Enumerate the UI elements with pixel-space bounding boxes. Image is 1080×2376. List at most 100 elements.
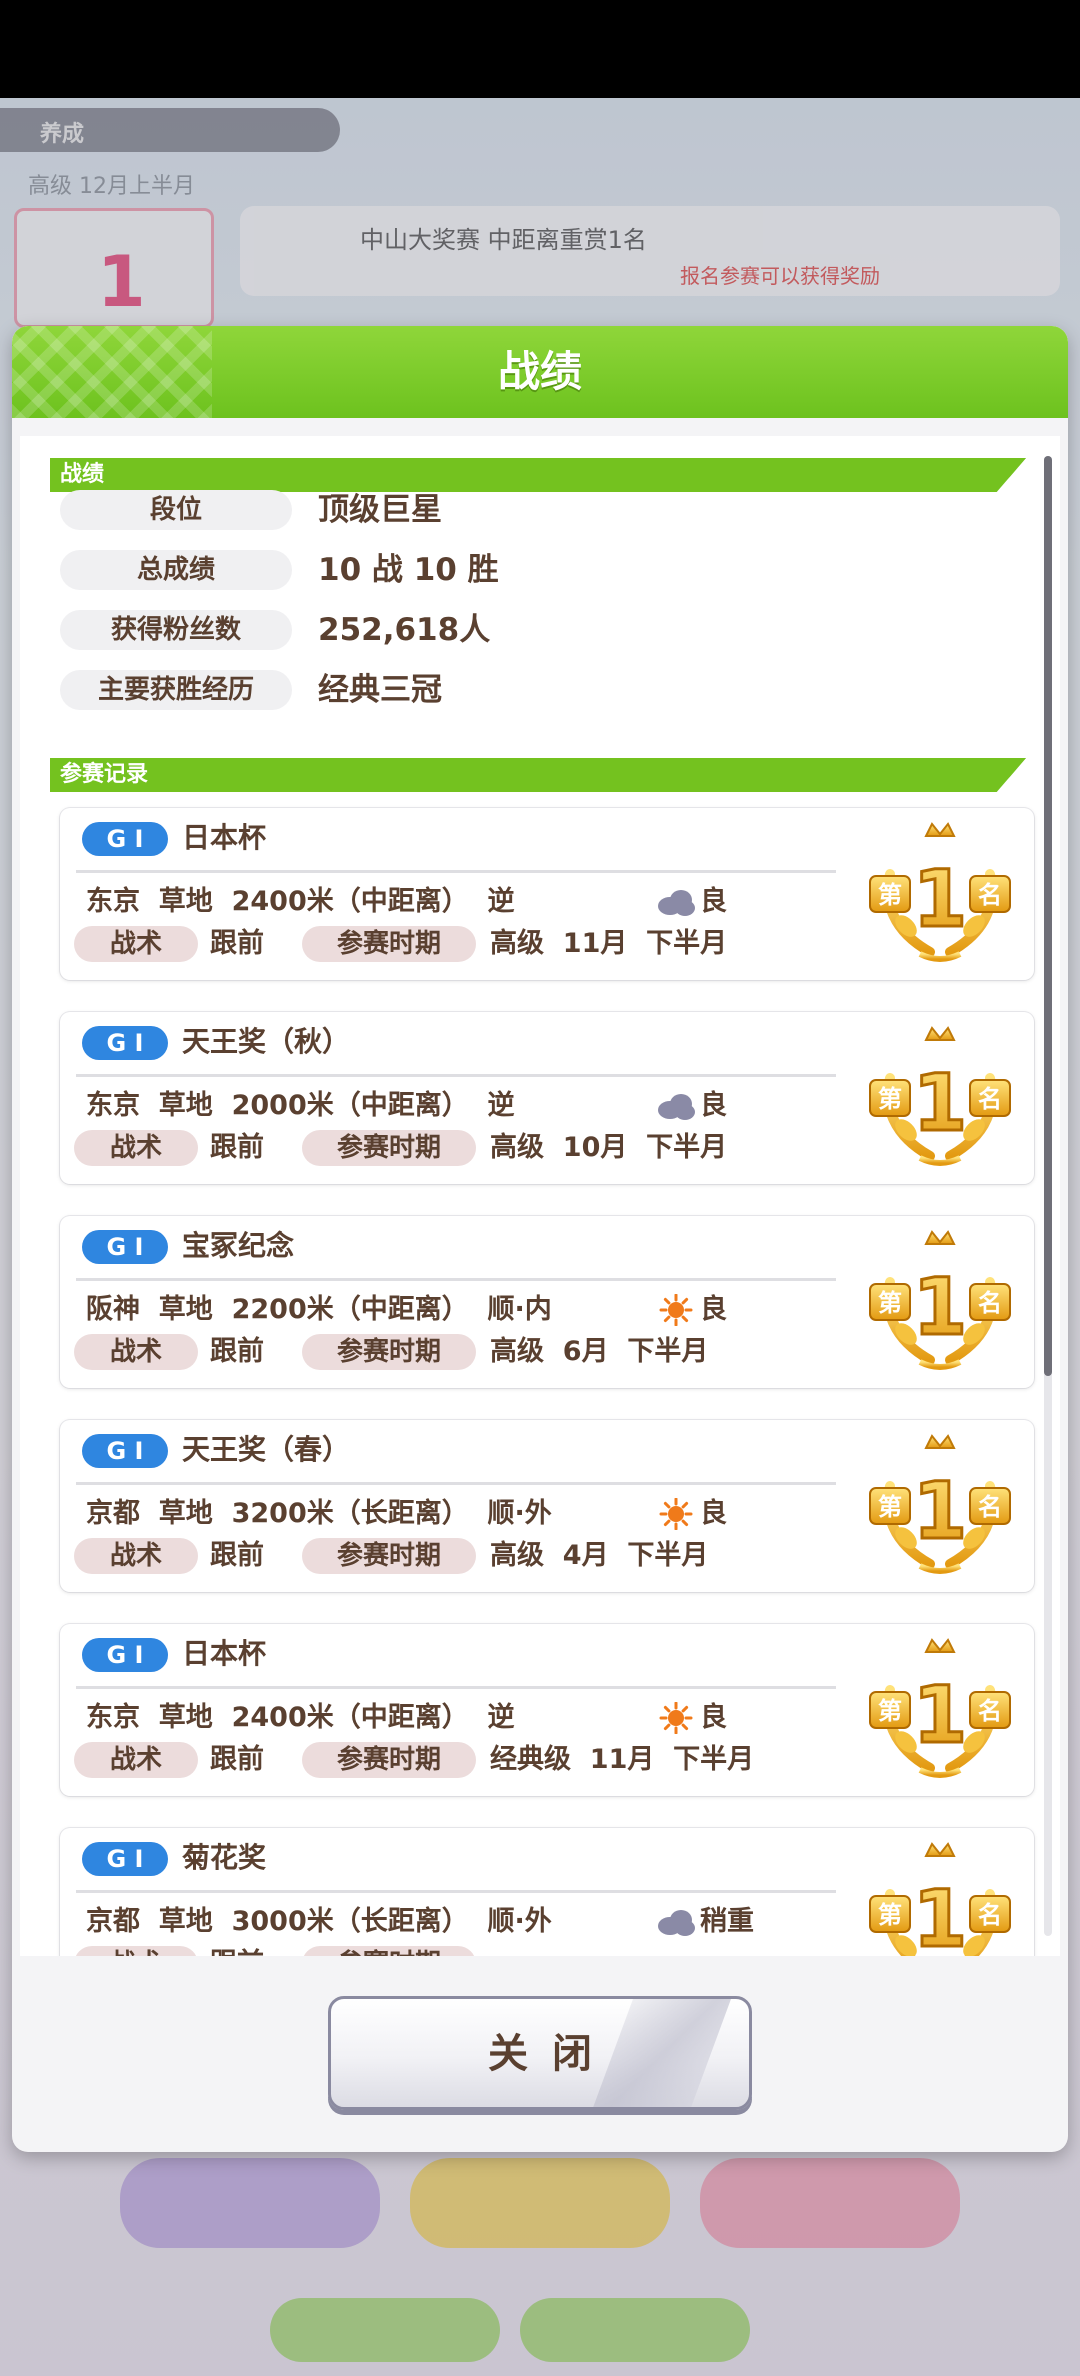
svg-text:第: 第	[878, 1901, 902, 1929]
grade-badge: G I	[82, 822, 168, 856]
stat-value: 经典三冠	[318, 672, 442, 708]
first-place-icon: 第 名1	[860, 814, 1020, 974]
tactic-value: 跟前	[210, 1540, 264, 1571]
svg-text:名: 名	[978, 1493, 1002, 1521]
tactic-value: 跟前	[210, 1336, 264, 1367]
period-tag: 参赛时期	[302, 1334, 476, 1370]
track-condition: 良	[700, 1090, 727, 1121]
race-record-card[interactable]: G I 天王奖（秋） 东京 草地 2000米（中距离） 逆 良战术 跟前 参赛时期 高级 1…	[60, 1012, 1034, 1184]
svg-text:第: 第	[878, 1697, 902, 1725]
grade-badge: G I	[82, 1026, 168, 1060]
grade-badge: G I	[82, 1638, 168, 1672]
first-place-icon: 第 名1	[860, 1018, 1020, 1178]
svg-text:第: 第	[878, 881, 902, 909]
stat-row: 获得粉丝数 252,618人	[60, 610, 960, 650]
track-condition: 良	[700, 1498, 727, 1529]
track-condition: 良	[700, 886, 727, 917]
race-course-info: 京都 草地 3000米（长距离） 顺·外	[86, 1906, 552, 1937]
period-value: 经典级 11月 下半月	[490, 1744, 755, 1775]
track-condition: 良	[700, 1294, 727, 1325]
card-divider	[76, 1686, 836, 1689]
tactic-tag: 战术	[74, 1946, 198, 1956]
svg-text:1: 1	[913, 1263, 967, 1353]
race-name: 日本杯	[182, 1637, 267, 1670]
race-record-card[interactable]: G I 宝冢纪念 阪神 草地 2200米（中距离） 顺·内 良战术 跟前 参赛时期 高级 6…	[60, 1216, 1034, 1388]
stat-label: 段位	[60, 490, 292, 530]
section-header-record: 战绩	[50, 458, 1026, 492]
track-condition: 稍重	[700, 1906, 754, 1937]
first-place-icon: 第 名1	[860, 1834, 1020, 1956]
track-condition: 良	[700, 1702, 727, 1733]
first-place-icon: 第 名1	[860, 1222, 1020, 1382]
dialog-title: 战绩	[497, 347, 582, 396]
race-course-info: 阪神 草地 2200米（中距离） 顺·内	[86, 1294, 552, 1325]
svg-text:第: 第	[878, 1289, 902, 1317]
period-tag: 参赛时期	[302, 1742, 476, 1778]
svg-text:1: 1	[913, 1059, 967, 1149]
svg-text:第: 第	[878, 1493, 902, 1521]
dialog-header: 战绩	[12, 326, 1068, 418]
stat-row: 主要获胜经历 经典三冠	[60, 670, 960, 710]
card-divider	[76, 1482, 836, 1485]
sunny-weather-icon	[656, 1293, 696, 1327]
section-label-record: 战绩	[60, 462, 105, 487]
svg-text:1: 1	[913, 1467, 967, 1557]
svg-text:名: 名	[978, 881, 1002, 909]
stat-row: 段位 顶级巨星	[60, 490, 960, 530]
card-divider	[76, 1074, 836, 1077]
tactic-value: 跟前	[210, 1132, 264, 1163]
section-header-races: 参赛记录	[50, 758, 1026, 792]
stat-value: 10 战 10 胜	[318, 552, 499, 588]
race-course-info: 东京 草地 2000米（中距离） 逆	[86, 1090, 515, 1121]
tactic-value: 跟前	[210, 1744, 264, 1775]
svg-text:第: 第	[878, 1085, 902, 1113]
cloudy-weather-icon	[656, 1906, 696, 1938]
cloudy-weather-icon	[656, 886, 696, 918]
race-course-info: 东京 草地 2400米（中距离） 逆	[86, 1702, 515, 1733]
close-button-label: 关闭	[488, 2031, 616, 2077]
race-course-info: 京都 草地 3200米（长距离） 顺·外	[86, 1498, 552, 1529]
svg-text:名: 名	[978, 1901, 1002, 1929]
tactic-tag: 战术	[74, 1334, 198, 1370]
close-button[interactable]: 关闭	[328, 1996, 752, 2110]
svg-text:名: 名	[978, 1697, 1002, 1725]
svg-text:1: 1	[913, 855, 967, 945]
stat-value: 252,618人	[318, 612, 491, 648]
race-record-dialog: 战绩 战绩 段位 顶级巨星 总成绩 10 战 10 胜获得粉丝数 252,618人 主要获…	[12, 326, 1068, 2152]
race-record-card[interactable]: G I 天王奖（春） 京都 草地 3200米（长距离） 顺·外 良战术 跟前 参赛时期 高级…	[60, 1420, 1034, 1592]
first-place-icon: 第 名1	[860, 1630, 1020, 1790]
period-tag: 参赛时期	[302, 1946, 476, 1956]
tactic-value: 跟前	[210, 1944, 264, 1956]
sunny-weather-icon	[656, 1497, 696, 1531]
period-value: 高级 10月 下半月	[490, 1132, 728, 1163]
card-divider	[76, 1890, 836, 1893]
first-place-icon: 第 名1	[860, 1426, 1020, 1586]
race-name: 菊花奖	[182, 1841, 267, 1874]
race-name: 天王奖（春）	[182, 1433, 351, 1466]
race-record-card[interactable]: G I 日本杯 东京 草地 2400米（中距离） 逆 良战术 跟前 参赛时期 高级 11月 …	[60, 808, 1034, 980]
period-value: 高级 4月 下半月	[490, 1540, 709, 1571]
card-divider	[76, 1278, 836, 1281]
tactic-tag: 战术	[74, 1742, 198, 1778]
period-value: 高级 11月 下半月	[490, 928, 728, 959]
svg-text:1: 1	[913, 1671, 967, 1761]
tactic-tag: 战术	[74, 926, 198, 962]
period-tag: 参赛时期	[302, 1538, 476, 1574]
race-record-card[interactable]: G I 日本杯东京 草地 2400米（中距离） 逆 良战术 跟前 参赛时期 经典级 11月…	[60, 1624, 1034, 1796]
section-label-races: 参赛记录	[60, 762, 149, 787]
tactic-tag: 战术	[74, 1130, 198, 1166]
scrollbar-thumb[interactable]	[1044, 456, 1052, 1376]
stat-label: 主要获胜经历	[60, 670, 292, 710]
race-course-info: 东京 草地 2400米（中距离） 逆	[86, 886, 515, 917]
dialog-scroll-content[interactable]: 战绩 段位 顶级巨星 总成绩 10 战 10 胜获得粉丝数 252,618人 主要获胜经历…	[20, 436, 1060, 1956]
stat-label: 获得粉丝数	[60, 610, 292, 650]
svg-text:名: 名	[978, 1085, 1002, 1113]
tactic-value: 跟前	[210, 928, 264, 959]
race-name: 日本杯	[182, 821, 267, 854]
race-record-card[interactable]: G I 菊花奖京都 草地 3000米（长距离） 顺·外 稍重战术 跟前 参赛时期 第 名1	[60, 1828, 1034, 1956]
period-value: 高级 6月 下半月	[490, 1336, 709, 1367]
card-divider	[76, 870, 836, 873]
stat-value: 顶级巨星	[318, 492, 442, 528]
svg-text:1: 1	[913, 1875, 967, 1956]
grade-badge: G I	[82, 1434, 168, 1468]
